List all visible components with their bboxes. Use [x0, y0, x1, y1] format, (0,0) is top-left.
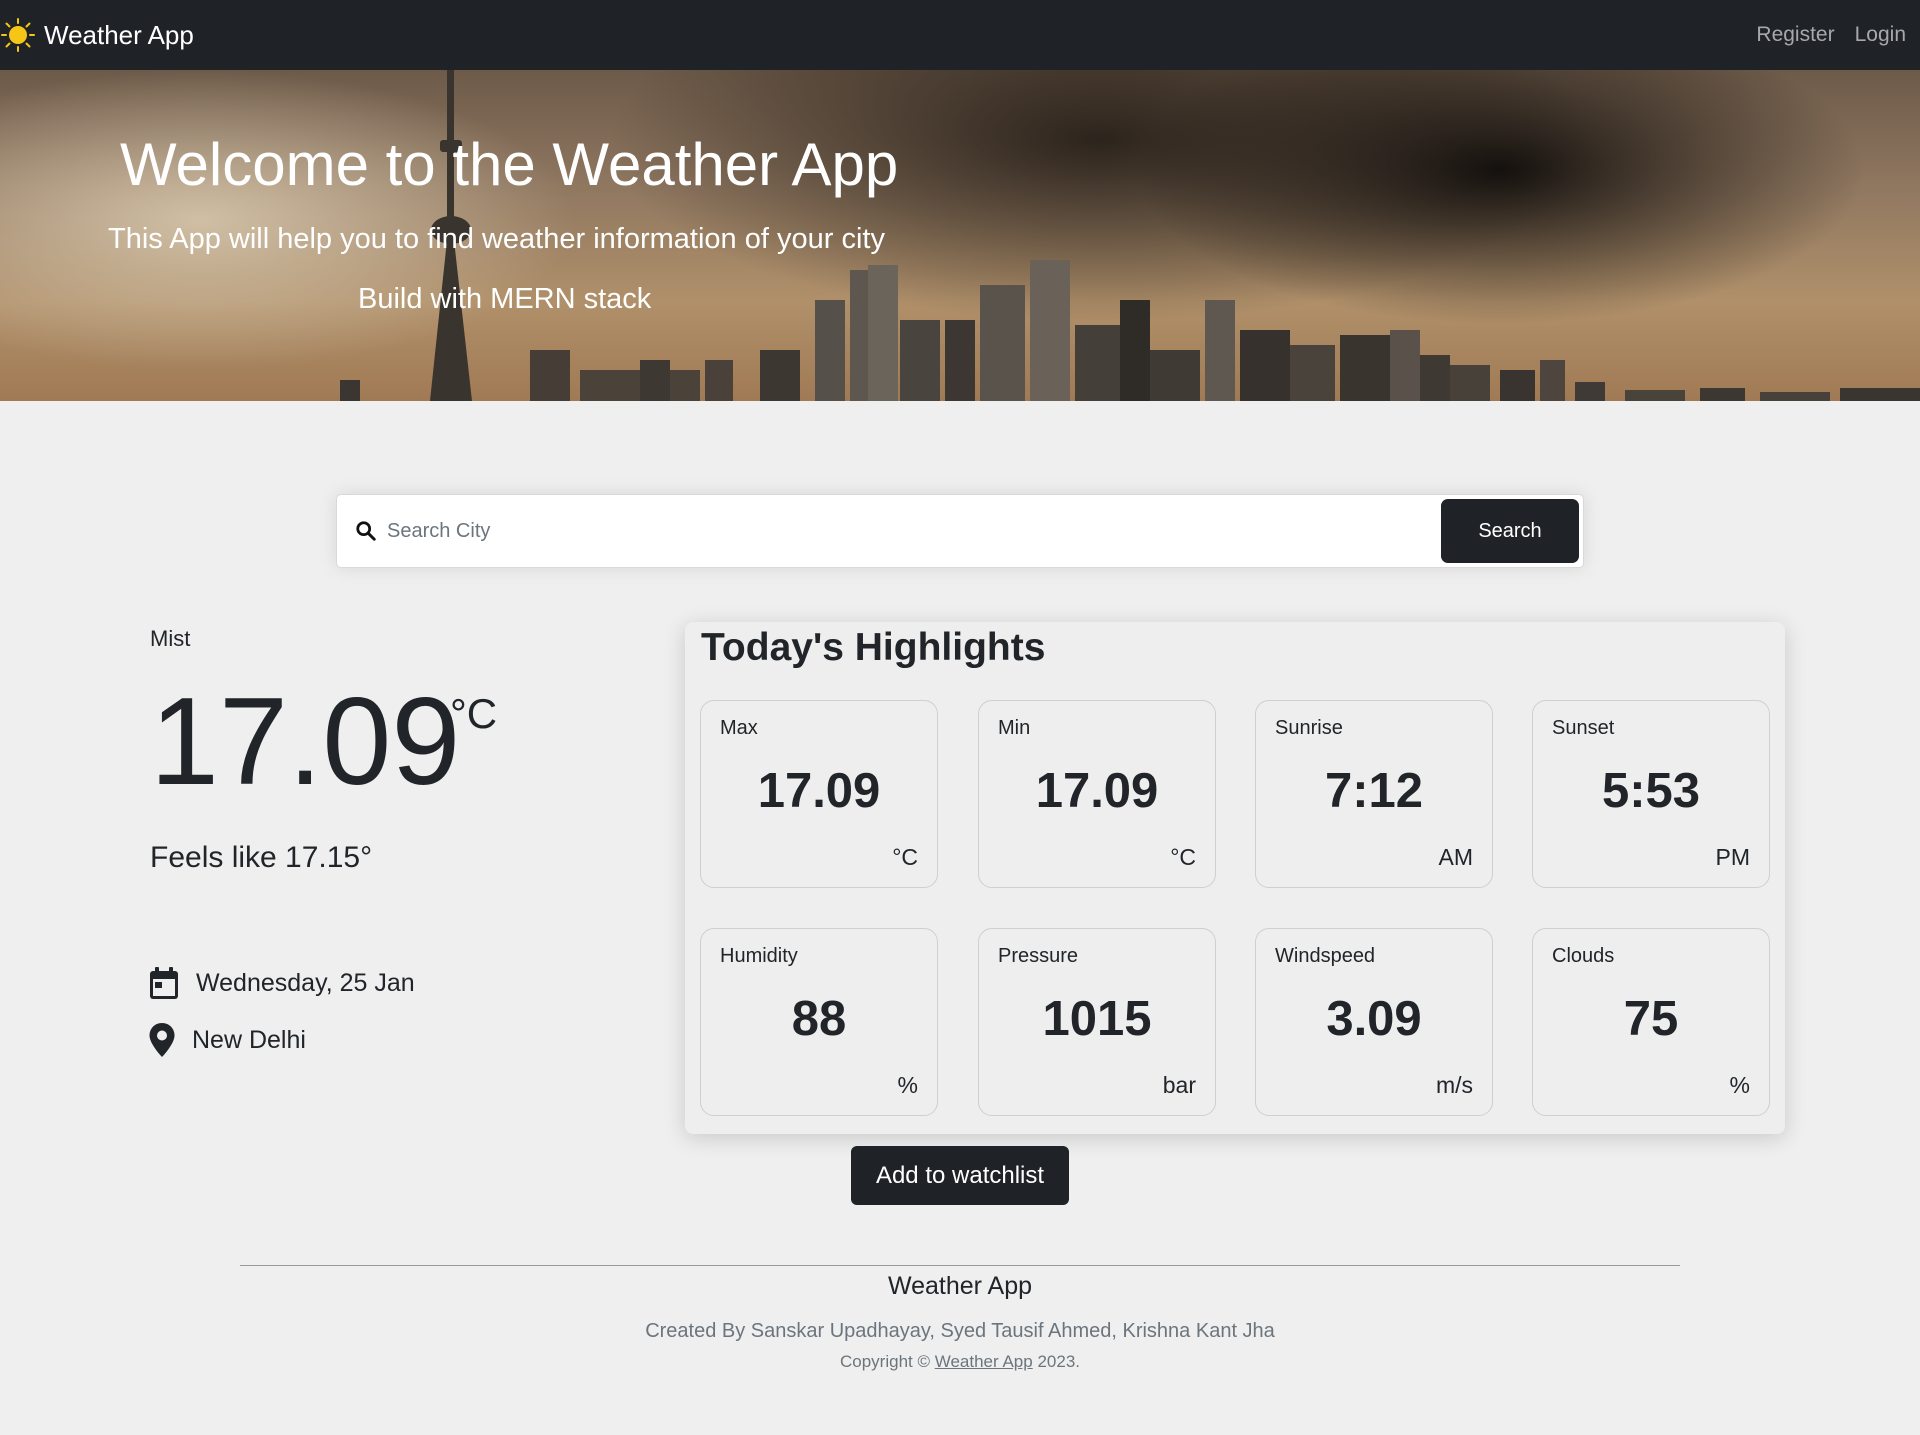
- highlight-card-windspeed: Windspeed 3.09 m/s: [1255, 928, 1493, 1116]
- temperature-unit: °C: [450, 690, 498, 737]
- highlight-label: Sunrise: [1275, 717, 1343, 739]
- location-pin-icon: [149, 1023, 175, 1057]
- highlight-value: 1015: [1042, 992, 1152, 1046]
- highlight-value: 3.09: [1326, 992, 1422, 1046]
- login-link[interactable]: Login: [1855, 23, 1906, 47]
- highlight-value: 17.09: [757, 764, 881, 818]
- navbar: Weather App Register Login: [0, 0, 1920, 70]
- highlight-label: Sunset: [1552, 717, 1615, 739]
- current-temperature: 17.09: [150, 673, 461, 811]
- highlight-label: Min: [998, 717, 1031, 739]
- highlight-card-sunrise: Sunrise 7:12 AM: [1255, 700, 1493, 888]
- footer-app-link[interactable]: Weather App: [935, 1352, 1033, 1371]
- copyright-year: 2023.: [1037, 1352, 1080, 1371]
- weather-condition: Mist: [150, 626, 191, 651]
- highlight-label: Humidity: [720, 945, 798, 967]
- highlight-value: 75: [1623, 992, 1679, 1046]
- highlight-unit: %: [897, 1072, 918, 1098]
- footer-credits: Created By Sanskar Upadhayay, Syed Tausi…: [645, 1320, 1275, 1342]
- highlight-value: 17.09: [1035, 764, 1159, 818]
- footer-title: Weather App: [887, 1272, 1033, 1300]
- footer-copyright: Copyright © Weather App 2023.: [0, 1352, 1920, 1372]
- highlight-value: 7:12: [1324, 764, 1424, 818]
- calendar-icon: [150, 967, 178, 999]
- highlight-unit: %: [1729, 1072, 1750, 1098]
- highlight-label: Pressure: [998, 945, 1079, 967]
- highlight-card-max: Max 17.09 °C: [700, 700, 938, 888]
- highlight-value: 5:53: [1601, 764, 1701, 818]
- highlight-label: Max: [720, 717, 758, 739]
- hero-banner: Welcome to the Weather App This App will…: [0, 70, 1920, 401]
- register-link[interactable]: Register: [1756, 23, 1834, 47]
- highlight-card-clouds: Clouds 75 %: [1532, 928, 1770, 1116]
- highlight-unit: bar: [1162, 1072, 1196, 1098]
- footer-divider: [240, 1265, 1680, 1266]
- feels-like: Feels like 17.15°: [150, 841, 373, 874]
- highlight-unit: AM: [1438, 844, 1474, 870]
- hero-subtitle: This App will help you to find weather i…: [108, 223, 885, 255]
- highlight-card-humidity: Humidity 88 %: [700, 928, 938, 1116]
- highlight-label: Windspeed: [1275, 945, 1376, 967]
- hero-title: Welcome to the Weather App: [120, 131, 899, 198]
- hero-tagline: Build with MERN stack: [358, 283, 652, 315]
- highlight-label: Clouds: [1552, 945, 1615, 967]
- search-icon: [356, 521, 376, 541]
- brand[interactable]: Weather App: [0, 0, 194, 70]
- highlight-unit: m/s: [1435, 1072, 1473, 1098]
- current-location: New Delhi: [192, 1025, 306, 1054]
- date-row: Wednesday, 25 Jan: [148, 965, 415, 1001]
- search-input[interactable]: [387, 501, 1441, 561]
- todays-highlights-panel: Today's Highlights Max 17.09 °C Min 17.0…: [685, 622, 1785, 1134]
- highlight-value: 88: [791, 992, 847, 1046]
- highlight-unit: °C: [892, 844, 918, 870]
- highlight-unit: PM: [1715, 844, 1751, 870]
- highlight-card-sunset: Sunset 5:53 PM: [1532, 700, 1770, 888]
- highlight-card-pressure: Pressure 1015 bar: [978, 928, 1216, 1116]
- search-bar: Search: [336, 494, 1584, 568]
- highlight-unit: °C: [1170, 844, 1196, 870]
- highlights-title: Today's Highlights: [701, 626, 1046, 669]
- sun-icon: [1, 18, 35, 52]
- location-row: New Delhi: [148, 1022, 306, 1058]
- highlight-card-min: Min 17.09 °C: [978, 700, 1216, 888]
- nav-links: Register Login: [1756, 23, 1906, 47]
- search-button[interactable]: Search: [1441, 499, 1579, 563]
- current-date: Wednesday, 25 Jan: [196, 968, 415, 997]
- copyright-prefix: Copyright ©: [839, 1352, 930, 1371]
- add-to-watchlist-button[interactable]: Add to watchlist: [851, 1146, 1069, 1205]
- brand-title: Weather App: [44, 19, 194, 50]
